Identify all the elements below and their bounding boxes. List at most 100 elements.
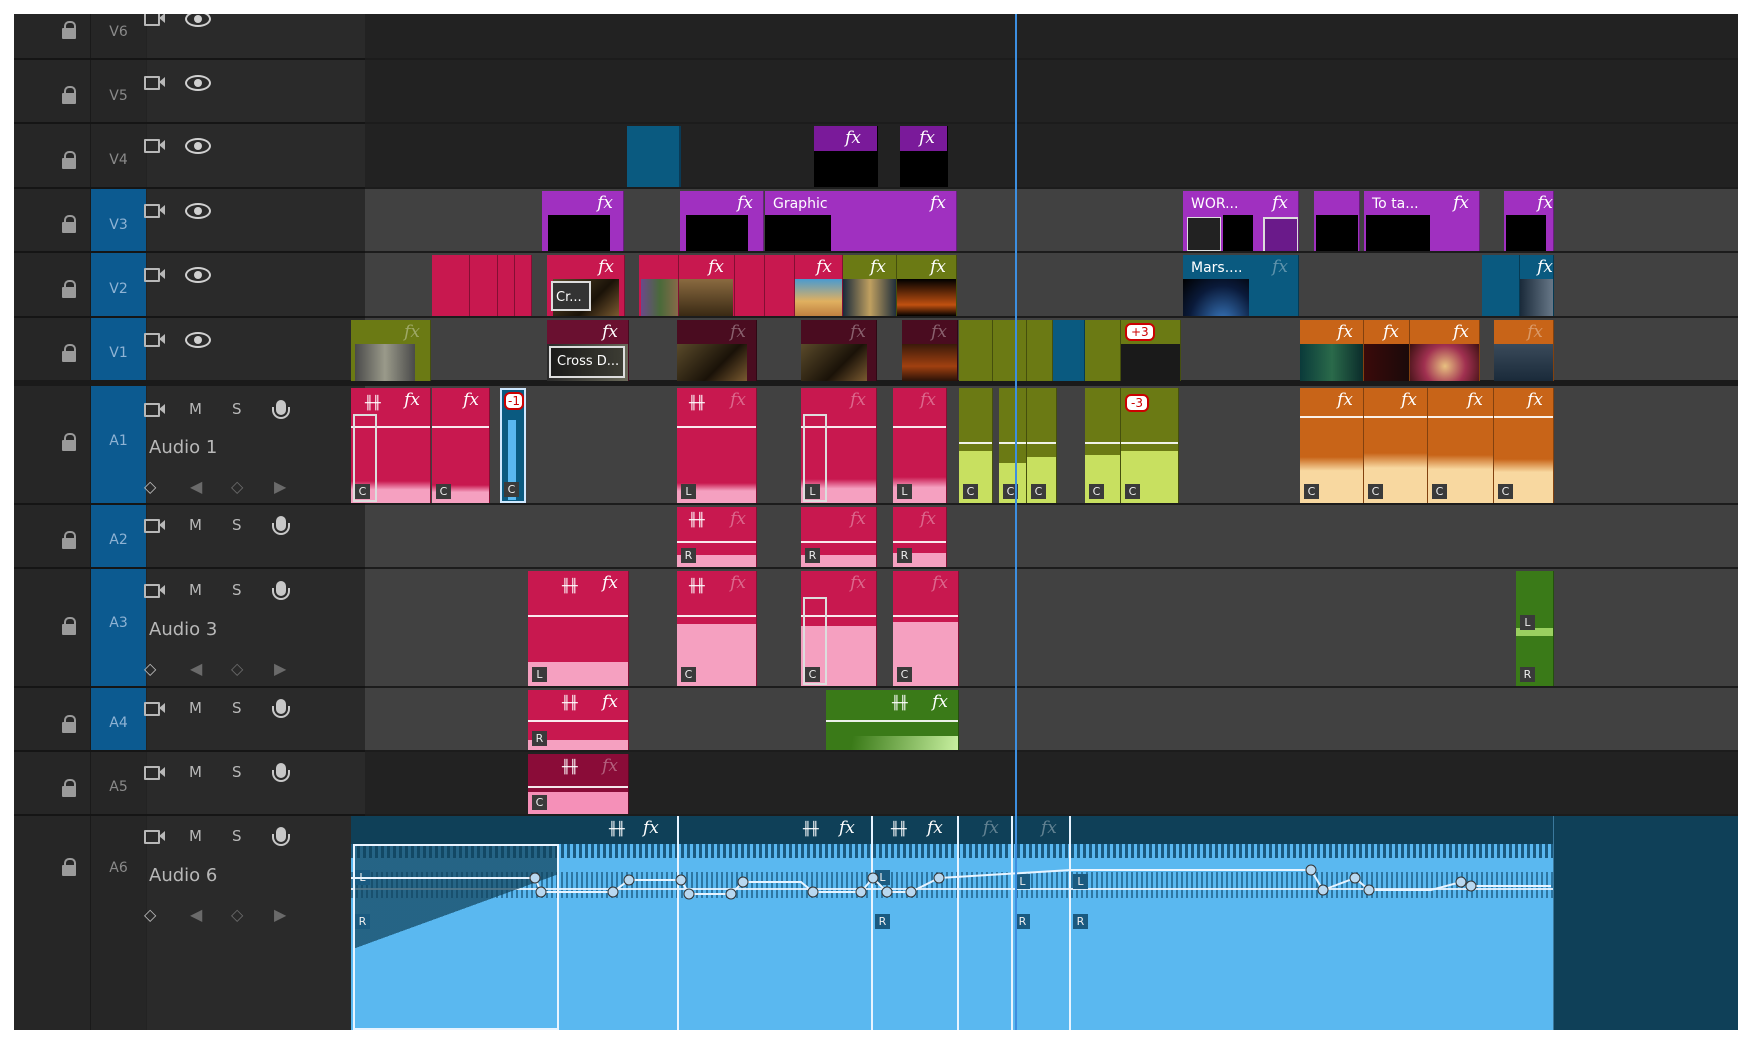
fx-icon[interactable]: fx: [1272, 257, 1288, 277]
next-keyframe-icon[interactable]: ▶: [274, 905, 286, 924]
clip-a2-pink[interactable]: ╫╫ fx R: [677, 507, 757, 567]
clip-v4-graphic[interactable]: fx: [900, 126, 948, 187]
fx-icon[interactable]: fx: [1453, 322, 1469, 342]
film-icon[interactable]: [144, 74, 165, 90]
fx-icon[interactable]: fx: [730, 322, 746, 342]
film-icon[interactable]: [144, 202, 165, 218]
clip-a1-olive[interactable]: -3 C: [1121, 388, 1179, 503]
clip-a3-pink[interactable]: ╫╫ fx L: [528, 571, 629, 686]
clip-v1-orange[interactable]: fx: [1364, 320, 1410, 381]
fx-icon[interactable]: fx: [845, 128, 861, 148]
lane-v4[interactable]: [365, 124, 1738, 189]
eye-icon[interactable]: [185, 203, 211, 219]
keyframe-menu-icon[interactable]: ◇: [144, 477, 156, 496]
fx-icon[interactable]: fx: [1453, 193, 1469, 213]
mic-icon[interactable]: [272, 516, 290, 535]
fx-icon[interactable]: fx: [463, 390, 479, 410]
fx-icon[interactable]: fx: [816, 257, 832, 277]
add-keyframe-icon[interactable]: ◇: [231, 905, 243, 924]
mute-button[interactable]: M: [189, 827, 202, 845]
keyframe-menu-icon[interactable]: ◇: [144, 659, 156, 678]
clip-a1-blue-selected[interactable]: -1 C: [500, 388, 526, 503]
clip-v2-pink[interactable]: [735, 255, 765, 316]
add-keyframe-icon[interactable]: ◇: [231, 659, 243, 678]
prev-keyframe-icon[interactable]: ◀: [190, 477, 202, 496]
clip-v1-olive[interactable]: [1085, 320, 1121, 381]
fx-icon[interactable]: fx: [1467, 390, 1483, 410]
lock-icon[interactable]: [62, 433, 76, 452]
lane-a2[interactable]: [365, 505, 1738, 569]
clip-a2-pink[interactable]: fx R: [801, 507, 877, 567]
clip-a1-pink[interactable]: ╫╫ fx C: [351, 388, 431, 503]
clip-v4-teal[interactable]: [627, 126, 681, 187]
film-icon[interactable]: [144, 764, 165, 780]
clip-v2-olive[interactable]: fx: [843, 255, 897, 316]
clip-v1-orange[interactable]: fx: [1494, 320, 1554, 381]
clip-v3-graphic[interactable]: fx: [542, 191, 624, 251]
clip-a5-pink[interactable]: ╫╫ fx C: [528, 754, 629, 814]
clip-v2-olive[interactable]: fx: [897, 255, 957, 316]
clip-v2-pink[interactable]: [765, 255, 795, 316]
clip-v3-wor[interactable]: WOR... fx: [1183, 191, 1299, 251]
clip-v1-dark[interactable]: fx: [902, 320, 958, 381]
clip-a1-olive[interactable]: C: [1085, 388, 1121, 503]
film-icon[interactable]: [144, 700, 165, 716]
film-icon[interactable]: [144, 331, 165, 347]
clip-v1-teal[interactable]: [1053, 320, 1085, 381]
next-keyframe-icon[interactable]: ▶: [274, 477, 286, 496]
fx-icon[interactable]: fx: [1537, 257, 1553, 277]
clip-a4-pink[interactable]: ╫╫ fx R: [528, 690, 629, 750]
nested-badge[interactable]: +3: [1125, 323, 1155, 341]
clip-v1-cross-d[interactable]: Cross D... fx: [547, 320, 629, 381]
clip-v2-pink[interactable]: fx: [679, 255, 735, 316]
clip-v1-orange[interactable]: fx: [1300, 320, 1364, 381]
mic-icon[interactable]: [272, 400, 290, 419]
clip-a1-olive[interactable]: C: [959, 388, 993, 503]
clip-a3-pink[interactable]: ╫╫ fx C: [677, 571, 757, 686]
fx-icon[interactable]: fx: [602, 573, 618, 593]
eye-icon[interactable]: [185, 138, 211, 154]
lock-icon[interactable]: [62, 344, 76, 363]
mic-icon[interactable]: [272, 763, 290, 782]
clip-v1-orange[interactable]: fx: [1410, 320, 1480, 381]
solo-button[interactable]: S: [232, 763, 242, 781]
keyframe-menu-icon[interactable]: ◇: [144, 905, 156, 924]
fx-icon[interactable]: fx: [1527, 390, 1543, 410]
clip-a6-music[interactable]: ╫╫ fx ╫╫ fx ╫╫ fx fx fx L L L L R R R R: [351, 816, 1554, 1030]
fx-icon[interactable]: fx: [602, 322, 618, 342]
volume-keyframe-line[interactable]: [351, 816, 1554, 1030]
lock-icon[interactable]: [62, 151, 76, 170]
clip-v1-dark[interactable]: fx: [801, 320, 877, 381]
fx-icon[interactable]: fx: [1527, 322, 1543, 342]
clip-v2-teal[interactable]: fx: [1520, 255, 1554, 316]
clip-v2-teal[interactable]: [1482, 255, 1520, 316]
mute-button[interactable]: M: [189, 581, 202, 599]
fx-icon[interactable]: fx: [930, 193, 946, 213]
solo-button[interactable]: S: [232, 581, 242, 599]
fx-icon[interactable]: fx: [602, 692, 618, 712]
film-icon[interactable]: [144, 137, 165, 153]
nested-badge[interactable]: -3: [1125, 394, 1149, 412]
fx-icon[interactable]: fx: [931, 322, 947, 342]
clip-v2-pink[interactable]: [639, 255, 679, 316]
eye-icon[interactable]: [185, 332, 211, 348]
film-icon[interactable]: [144, 828, 165, 844]
fx-icon[interactable]: fx: [920, 509, 936, 529]
mute-button[interactable]: M: [189, 400, 202, 418]
fx-icon[interactable]: fx: [404, 322, 420, 342]
solo-button[interactable]: S: [232, 827, 242, 845]
lock-icon[interactable]: [62, 715, 76, 734]
film-icon[interactable]: [144, 517, 165, 533]
eye-icon[interactable]: [185, 267, 211, 283]
clip-v2-cr[interactable]: Cr... fx: [547, 255, 625, 316]
clip-v2-pink[interactable]: fx: [795, 255, 843, 316]
mute-button[interactable]: M: [189, 516, 202, 534]
clip-v2-pink[interactable]: [515, 255, 532, 316]
clip-a1-pink[interactable]: fx L: [893, 388, 947, 503]
clip-a1-olive[interactable]: C: [999, 388, 1027, 503]
fx-icon[interactable]: fx: [730, 573, 746, 593]
fx-icon[interactable]: fx: [920, 390, 936, 410]
lock-icon[interactable]: [62, 21, 76, 40]
fx-icon[interactable]: fx: [730, 509, 746, 529]
clip-a1-pink[interactable]: ╫╫ fx L: [677, 388, 757, 503]
